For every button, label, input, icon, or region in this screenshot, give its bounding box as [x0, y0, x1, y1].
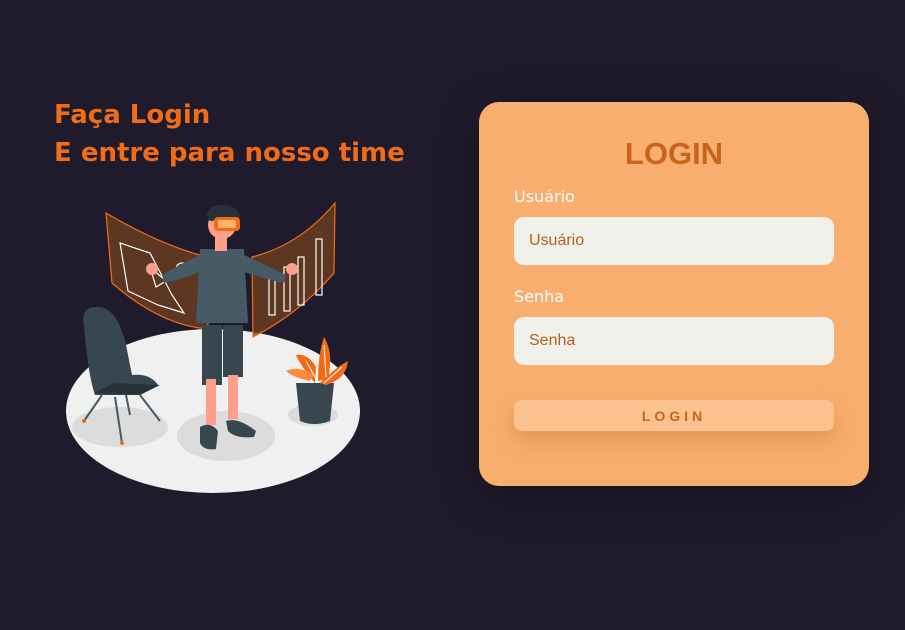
username-input[interactable] — [514, 217, 834, 265]
login-card: LOGIN Usuário Senha LOGIN — [479, 102, 869, 486]
hero-heading: Faça Login E entre para nosso time — [54, 96, 405, 172]
hero-title-line-1: Faça Login — [54, 100, 211, 130]
vr-person-illustration-icon — [66, 201, 360, 493]
login-title: LOGIN — [624, 136, 724, 171]
hero-title-line-2: E entre para nosso time — [54, 138, 405, 168]
login-button[interactable]: LOGIN — [514, 400, 834, 431]
password-label: Senha — [514, 287, 565, 306]
username-label: Usuário — [514, 187, 575, 206]
password-input[interactable] — [514, 317, 834, 365]
